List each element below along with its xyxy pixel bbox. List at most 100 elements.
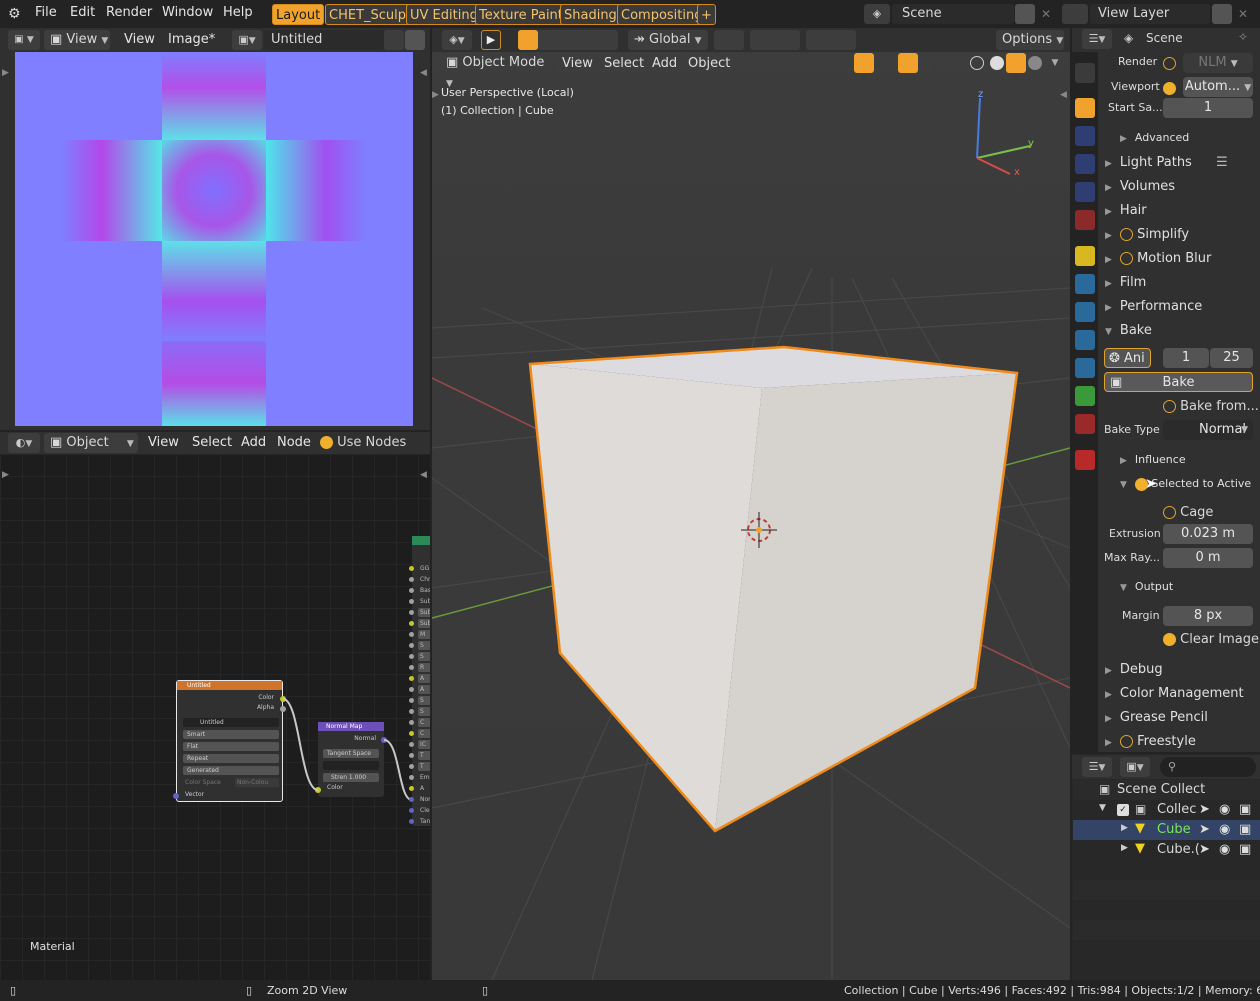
collection-eye-icon[interactable]: ◉ [1219, 802, 1230, 817]
light-paths-presets-icon[interactable]: ☰ [1216, 155, 1228, 170]
clear-image-toggle[interactable]: Clear Image [1163, 632, 1259, 647]
principled-input-row[interactable]: M [418, 630, 430, 639]
influence-subpanel[interactable]: ▶ Influence [1120, 453, 1186, 466]
tab-texture-paint[interactable]: Texture Paint [475, 4, 567, 25]
view-layer-icon[interactable] [1062, 4, 1088, 24]
image-canvas[interactable] [15, 52, 413, 426]
section-bake[interactable]: ▼ Bake [1105, 323, 1152, 338]
scene-copy-icon[interactable] [1015, 4, 1035, 24]
principled-input-socket[interactable] [409, 654, 414, 659]
cube-expand-icon[interactable]: ▶ [1121, 823, 1128, 833]
node-editor-toolbar-toggle[interactable]: ▶ [2, 470, 9, 480]
principled-input-socket[interactable] [409, 709, 414, 714]
menu-window[interactable]: Window [162, 3, 213, 23]
view-layer-copy-icon[interactable] [1212, 4, 1232, 24]
bake-type-select[interactable]: Normal ▼ [1163, 420, 1253, 440]
cube-copy-expand-icon[interactable]: ▶ [1121, 843, 1128, 853]
render-denoiser-select[interactable]: NLM ▼ [1183, 53, 1253, 73]
cube-copy-camera-icon[interactable]: ▣ [1239, 842, 1251, 857]
outliner-row-collection[interactable]: ▼ ✓ ▣ Collec ➤ ◉ ▣ [1073, 800, 1260, 820]
freestyle-checkbox[interactable] [1119, 735, 1133, 748]
add-workspace-button[interactable]: + [697, 4, 716, 25]
section-color-management[interactable]: ▶ Color Management [1105, 686, 1244, 701]
principled-input-row[interactable]: GG [418, 564, 430, 573]
simplify-checkbox[interactable] [1119, 228, 1133, 241]
collection-camera-icon[interactable]: ▣ [1239, 802, 1251, 817]
principled-input-socket[interactable] [409, 786, 414, 791]
fake-user-icon[interactable] [384, 30, 404, 50]
menu-image[interactable]: Image* [168, 30, 215, 50]
tab-uv-editing[interactable]: UV Editing [406, 4, 482, 25]
principled-input-socket[interactable] [409, 599, 414, 604]
object-tab-icon[interactable] [1075, 246, 1095, 266]
menu-help[interactable]: Help [223, 3, 253, 23]
cube-copy-select-icon[interactable]: ➤ [1199, 842, 1210, 857]
image-editor-toolbar-toggle[interactable]: ▶ [2, 68, 9, 78]
bake-frame-start[interactable]: 1 [1163, 348, 1209, 368]
principled-input-row[interactable]: S [418, 652, 430, 661]
node-editor-sidebar-toggle[interactable]: ◀ [420, 470, 427, 480]
physics-tab-icon[interactable] [1075, 330, 1095, 350]
cube-select-icon[interactable]: ➤ [1199, 822, 1210, 837]
world-tab-icon[interactable] [1075, 210, 1095, 230]
advanced-subpanel[interactable]: ▶ Advanced [1120, 131, 1189, 144]
principled-input-socket[interactable] [409, 687, 414, 692]
principled-input-row[interactable]: T [418, 762, 430, 771]
menu-file[interactable]: File [35, 3, 57, 23]
blender-logo-icon[interactable]: ⚙ [8, 6, 24, 22]
principled-input-row[interactable]: S [418, 696, 430, 705]
principled-input-row[interactable]: A [418, 674, 430, 683]
bake-from-toggle[interactable]: Bake from... [1163, 399, 1259, 414]
principled-input-row[interactable]: Sub [418, 597, 430, 606]
principled-input-socket[interactable] [409, 753, 414, 758]
outliner-search-input[interactable]: ⚲ [1160, 757, 1256, 777]
scene-selector-icon[interactable]: ◈ [864, 4, 890, 24]
editor-type-icon[interactable]: ▣ ▼ [8, 30, 40, 50]
principled-input-row[interactable]: IC [418, 740, 430, 749]
collection-expand-icon[interactable]: ▼ [1099, 803, 1106, 813]
principled-input-socket[interactable] [409, 588, 414, 593]
principled-input-row[interactable]: S [418, 641, 430, 650]
outliner-row-cube-copy[interactable]: ▶ ▼ Cube.( ➤ ◉ ▣ [1073, 840, 1260, 860]
section-freestyle[interactable]: ▶ Freestyle [1105, 734, 1196, 749]
image-browse-icon[interactable]: ▣▼ [232, 30, 262, 50]
section-debug[interactable]: ▶ Debug [1105, 662, 1163, 677]
material-tab-icon[interactable] [1075, 414, 1095, 434]
outliner-row-scene-collection[interactable]: ▣ Scene Collect [1073, 780, 1260, 800]
principled-input-row[interactable]: T [418, 751, 430, 760]
principled-bsdf-node[interactable]: GGChrBaseSubSubSubsMSSRAASSCCICTTEmiANor… [409, 536, 430, 826]
scene-name-field[interactable]: Scene [892, 4, 1014, 24]
section-hair[interactable]: ▶ Hair [1105, 203, 1147, 218]
principled-input-socket[interactable] [409, 742, 414, 747]
collection-select-icon[interactable]: ➤ [1199, 802, 1210, 817]
principled-input-row[interactable]: Base [418, 586, 430, 595]
principled-input-socket[interactable] [409, 621, 414, 626]
margin-field[interactable]: 8 px [1163, 606, 1253, 626]
principled-input-row[interactable]: Sub [418, 608, 430, 617]
cube-copy-eye-icon[interactable]: ◉ [1219, 842, 1230, 857]
texture-tab-icon[interactable] [1075, 450, 1095, 470]
cage-toggle[interactable]: Cage [1163, 505, 1213, 520]
principled-input-socket[interactable] [409, 632, 414, 637]
section-simplify[interactable]: ▶ Simplify [1105, 227, 1189, 242]
bake-frame-end[interactable]: 25 [1210, 348, 1253, 368]
motion-blur-checkbox[interactable] [1119, 252, 1133, 265]
principled-input-row[interactable]: Chr [418, 575, 430, 584]
menu-edit[interactable]: Edit [70, 3, 95, 23]
principled-input-row[interactable]: Emi [418, 773, 430, 782]
principled-input-socket[interactable] [409, 643, 414, 648]
modifier-tab-icon[interactable] [1075, 274, 1095, 294]
selected-to-active-subpanel[interactable]: ▼ Selected to Active [1120, 477, 1251, 491]
viewport-denoise-toggle[interactable] [1163, 81, 1176, 96]
principled-input-row[interactable]: A [418, 685, 430, 694]
principled-input-socket[interactable] [409, 797, 414, 802]
tab-shading[interactable]: Shading [560, 4, 621, 25]
menu-view[interactable]: View [124, 30, 155, 50]
principled-input-socket[interactable] [409, 720, 414, 725]
principled-input-socket[interactable] [409, 665, 414, 670]
bake-animation-toggle[interactable]: ❂ Ani [1104, 348, 1151, 368]
principled-input-socket[interactable] [409, 610, 414, 615]
principled-input-row[interactable]: Nor [418, 795, 430, 804]
menu-render[interactable]: Render [106, 3, 152, 23]
principled-input-row[interactable]: C [418, 718, 430, 727]
